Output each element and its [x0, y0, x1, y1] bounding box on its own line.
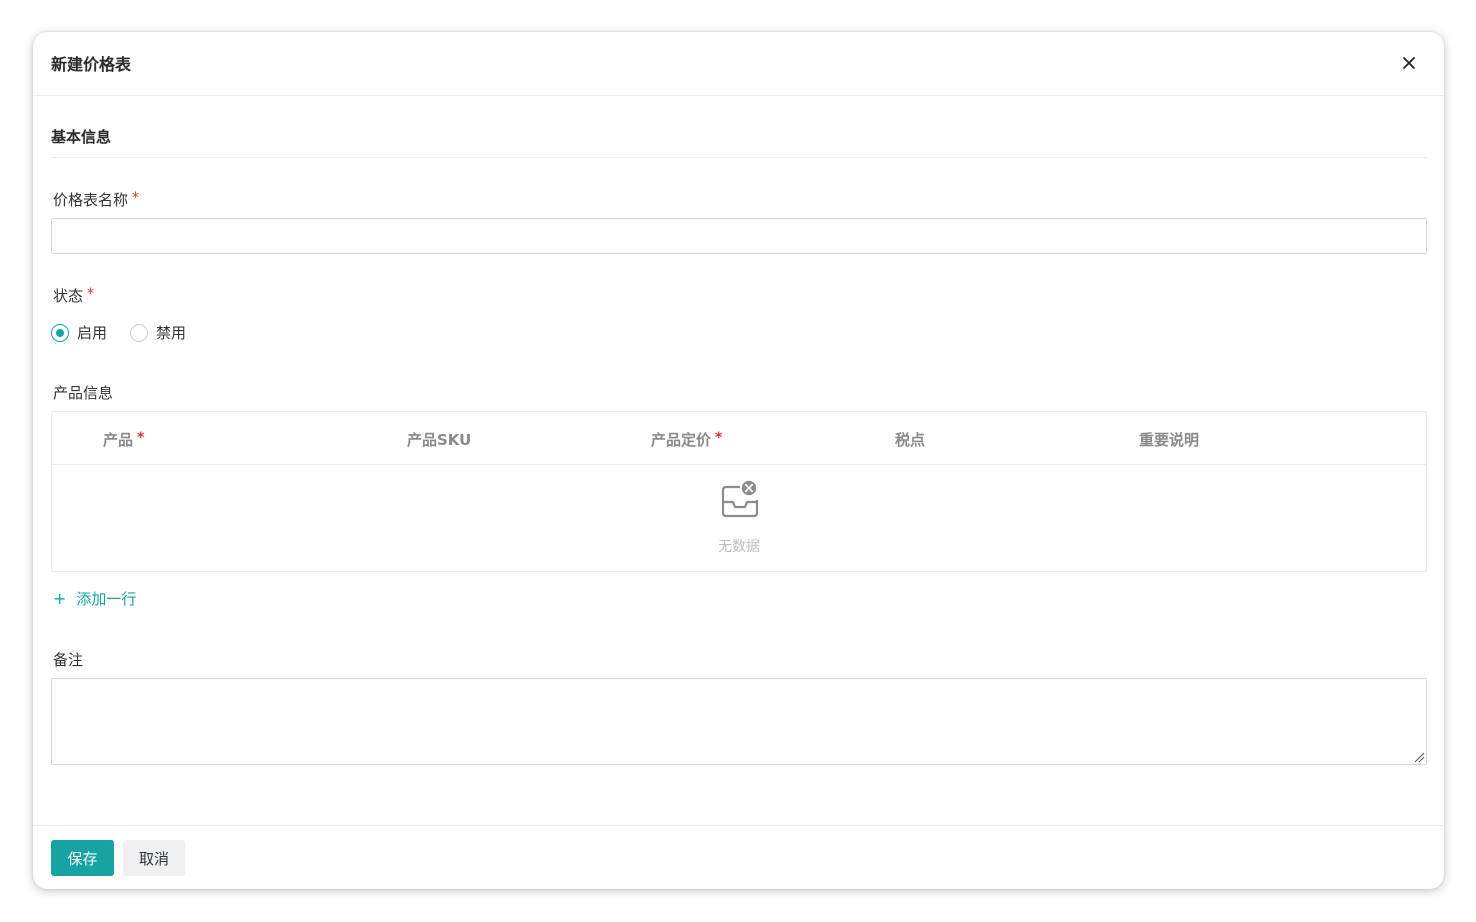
- product-table: 产品 * 产品SKU 产品定价 * 税点 重要说明 无数据: [51, 411, 1427, 572]
- add-row-button[interactable]: + 添加一行: [53, 588, 136, 609]
- resize-handle-icon[interactable]: [1413, 751, 1425, 763]
- name-label: 价格表名称 *: [53, 189, 139, 210]
- close-button[interactable]: [1396, 52, 1422, 74]
- table-empty-state: 无数据: [52, 466, 1426, 572]
- required-mark: *: [137, 430, 145, 446]
- close-icon: [1403, 57, 1415, 69]
- column-header-price: 产品定价 *: [651, 429, 722, 450]
- radio-circle[interactable]: [130, 323, 149, 342]
- remark-textarea[interactable]: [51, 678, 1427, 765]
- column-header-text: 产品定价: [651, 431, 712, 449]
- remark-label: 备注: [53, 651, 84, 669]
- status-radio-disabled[interactable]: 禁用: [130, 322, 186, 343]
- status-radio-group: 启用 禁用: [51, 322, 209, 343]
- name-label-text: 价格表名称: [53, 191, 129, 209]
- radio-label: 禁用: [156, 324, 187, 342]
- required-mark: *: [87, 286, 95, 302]
- section-divider: [51, 157, 1427, 158]
- column-header-text: 产品: [103, 431, 134, 449]
- table-header: 产品 * 产品SKU 产品定价 * 税点 重要说明: [52, 412, 1426, 465]
- dialog-title: 新建价格表: [51, 55, 132, 74]
- required-mark: *: [132, 190, 140, 206]
- product-info-label: 产品信息: [53, 384, 114, 402]
- radio-circle[interactable]: [51, 323, 69, 342]
- empty-inbox-icon: [721, 480, 759, 518]
- save-button[interactable]: 保存: [51, 840, 114, 876]
- empty-text: 无数据: [718, 539, 760, 555]
- required-mark: *: [715, 430, 723, 446]
- plus-icon: +: [53, 589, 67, 608]
- column-header-product: 产品 *: [103, 429, 144, 450]
- radio-label: 启用: [77, 324, 108, 342]
- column-header-sku: 产品SKU: [407, 431, 472, 449]
- price-list-name-input[interactable]: [51, 218, 1427, 254]
- dialog-footer: 保存 取消: [33, 825, 1444, 889]
- cancel-button[interactable]: 取消: [123, 840, 185, 876]
- status-label: 状态 *: [53, 285, 94, 306]
- status-label-text: 状态: [53, 287, 84, 305]
- dialog: 新建价格表 基本信息 价格表名称* 状态* 启用 禁用 产品信息 产品*: [33, 32, 1444, 889]
- column-header-tax: 税点: [895, 431, 926, 449]
- status-radio-enabled[interactable]: 启用: [51, 322, 107, 343]
- section-title-basic: 基本信息: [51, 128, 112, 146]
- add-row-label: 添加一行: [76, 590, 137, 608]
- dialog-header: 新建价格表: [33, 32, 1444, 96]
- column-header-note: 重要说明: [1139, 431, 1200, 449]
